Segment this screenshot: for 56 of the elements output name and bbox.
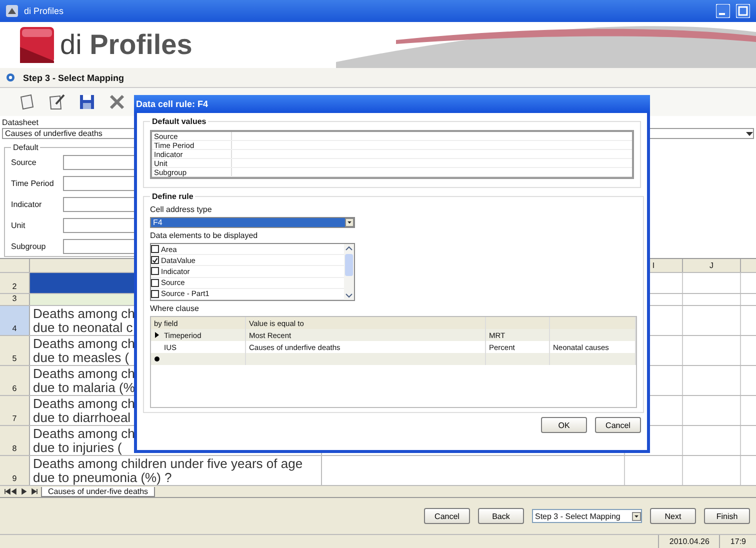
step-title: Step 3 - Select Mapping <box>23 72 124 82</box>
field-label: Subgroup <box>11 242 47 250</box>
sheet-tab[interactable]: Causes of under-five deaths <box>41 486 156 496</box>
row-number: 6 <box>0 366 30 395</box>
elements-label: Data elements to be displayed <box>150 231 258 240</box>
minimize-icon[interactable] <box>716 4 730 18</box>
save-icon[interactable] <box>78 93 96 111</box>
where-label: Where clause <box>150 304 199 313</box>
address-label: Cell address type <box>150 205 212 214</box>
new-page-icon[interactable] <box>18 93 36 111</box>
step-icon <box>6 73 15 82</box>
field-label: Source <box>11 158 38 166</box>
nav-button[interactable]: Finish <box>704 508 750 524</box>
datasheet-label: Datasheet <box>2 118 38 127</box>
checkbox[interactable] <box>151 267 159 276</box>
row-number: 4 <box>0 306 30 335</box>
checkmark-icon <box>152 256 158 264</box>
field-label: Time Period <box>11 178 55 188</box>
checkbox[interactable] <box>151 278 159 287</box>
nav-button[interactable]: Next <box>650 508 696 524</box>
footer-button[interactable]: Cancel <box>424 508 470 524</box>
checkbox[interactable] <box>151 290 159 298</box>
checkbox[interactable] <box>151 256 159 264</box>
address-select[interactable]: F4 <box>150 217 355 228</box>
field-label: Indicator <box>11 200 43 208</box>
scrollbar-icon[interactable] <box>344 244 354 300</box>
dropdown-arrow-icon[interactable] <box>632 512 641 520</box>
status-text: 17:9 <box>719 535 756 548</box>
row-pointer-icon <box>154 332 160 338</box>
sheet-nav-icon[interactable] <box>4 488 38 495</box>
dialog-button[interactable]: OK <box>541 417 587 433</box>
row-number: 7 <box>0 396 30 425</box>
footer-button[interactable]: Back <box>478 508 524 524</box>
step-select[interactable]: Step 3 - Select Mapping <box>532 509 642 523</box>
dropdown-arrow-icon[interactable] <box>345 218 354 227</box>
row-number: 2 <box>0 272 30 293</box>
edit-icon[interactable] <box>48 93 66 111</box>
checkbox[interactable] <box>151 245 159 254</box>
row-number: 8 <box>0 426 30 455</box>
column-header <box>740 259 756 272</box>
logo-icon <box>20 27 54 63</box>
app-icon <box>6 5 18 17</box>
delete-icon[interactable] <box>108 93 126 111</box>
maximize-icon[interactable] <box>736 4 750 18</box>
row-number: 9 <box>0 456 30 485</box>
dialog-button[interactable]: Cancel <box>595 417 641 433</box>
field-label: Unit <box>11 220 26 230</box>
window-title: di Profiles <box>24 6 65 16</box>
row-number: 3 <box>0 294 30 305</box>
dropdown-arrow-icon[interactable] <box>746 130 753 137</box>
dialog-title: Data cell rule: F4 <box>134 95 650 113</box>
new-row-icon <box>154 356 160 362</box>
status-text: 2010.04.26 <box>658 535 720 548</box>
brand-name: di Profiles <box>60 29 192 61</box>
row-number: 5 <box>0 336 30 365</box>
column-header: J <box>682 259 740 272</box>
